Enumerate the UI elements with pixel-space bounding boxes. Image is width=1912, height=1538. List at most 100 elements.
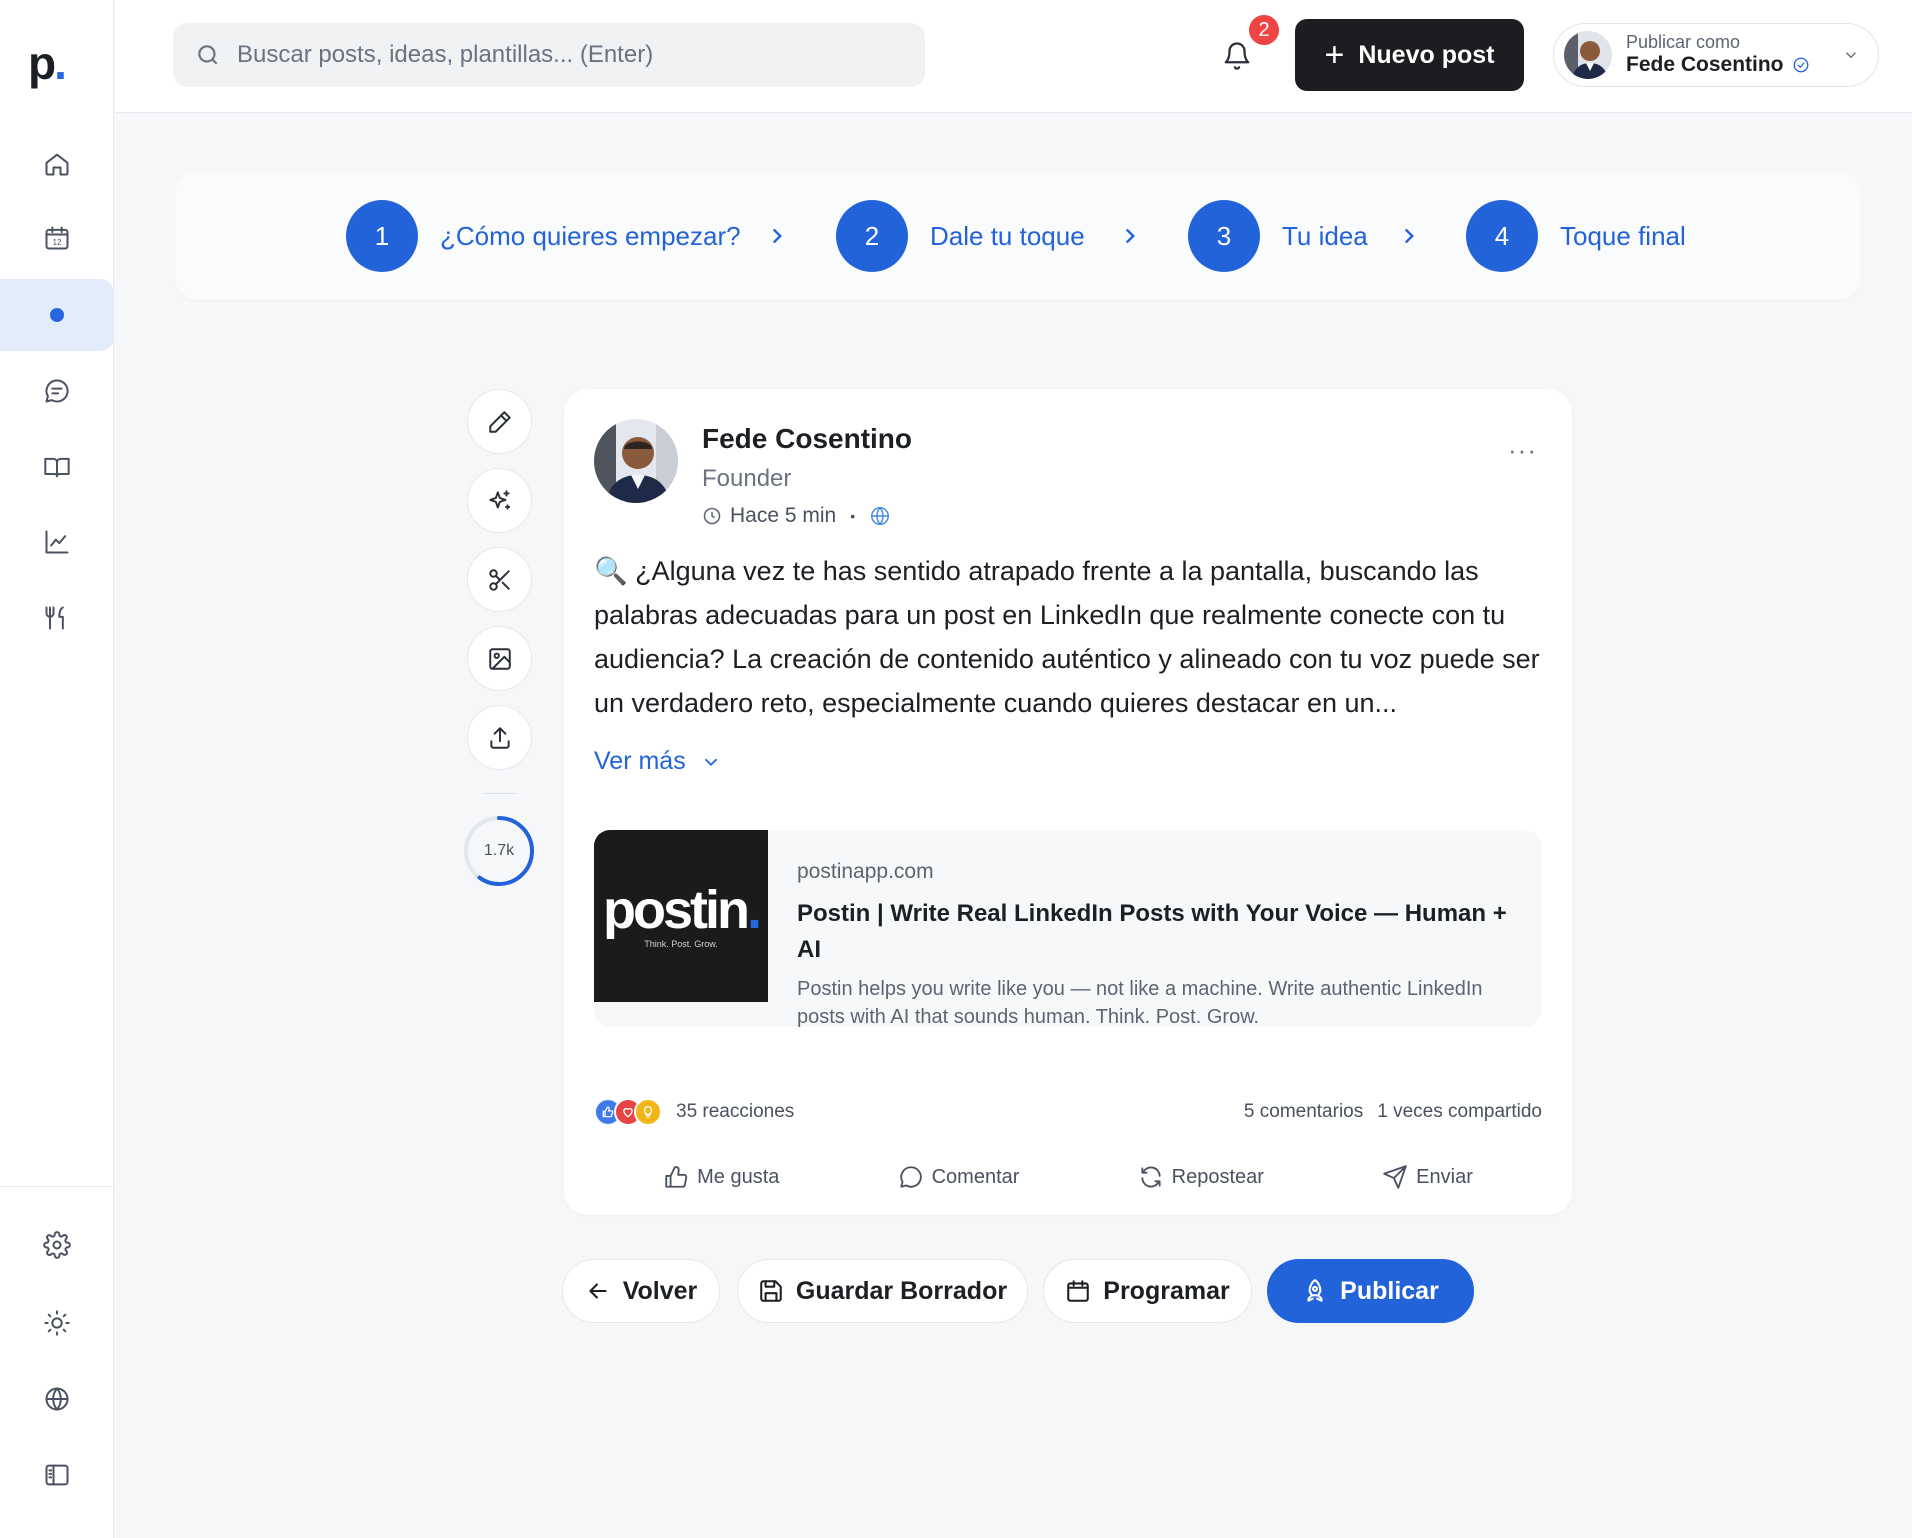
sun-icon	[44, 1310, 70, 1336]
cut-tool-button[interactable]	[467, 547, 532, 612]
thumbnail-tagline: Think. Post. Grow.	[644, 939, 718, 949]
globe-icon	[871, 507, 890, 525]
notification-badge: 2	[1246, 12, 1282, 48]
step-number: 1	[346, 200, 418, 272]
sidebar-item-library[interactable]	[0, 431, 114, 503]
thumbs-up-icon	[665, 1166, 688, 1188]
image-icon	[488, 647, 511, 670]
step-label: Toque final	[1560, 220, 1686, 251]
save-draft-label: Guardar Borrador	[795, 1276, 1008, 1305]
publish-as-label: Publicar como	[1626, 31, 1741, 52]
publish-button[interactable]: Publicar	[1267, 1259, 1474, 1323]
image-tool-button[interactable]	[467, 626, 532, 691]
top-header: 2 + Nuevo post Publicar como Fede Cosent…	[115, 0, 1912, 113]
upload-icon	[489, 726, 510, 749]
rail-divider	[482, 793, 518, 794]
publish-label: Publicar	[1340, 1276, 1439, 1305]
author-name[interactable]: Fede Cosentino	[702, 423, 912, 455]
reactions-count: 35 reacciones	[676, 1101, 795, 1122]
post-meta: Hace 5 min •	[702, 504, 891, 528]
step-label: Tu idea	[1282, 220, 1368, 251]
sidebar-item-theme[interactable]	[0, 1287, 114, 1359]
svg-text:12: 12	[52, 238, 62, 247]
sidebar-item-settings[interactable]	[0, 1209, 114, 1281]
clock-icon	[703, 507, 721, 525]
shares-count[interactable]: 1 veces compartido	[1377, 1101, 1542, 1123]
schedule-button[interactable]: Programar	[1043, 1259, 1252, 1323]
search-input[interactable]	[237, 41, 897, 69]
sidebar-item-collapse[interactable]	[0, 1439, 114, 1511]
back-button[interactable]: Volver	[562, 1259, 720, 1323]
post-time: Hace 5 min	[730, 504, 837, 527]
reactions-summary[interactable]: 35 reacciones	[594, 1098, 794, 1126]
send-button[interactable]: Enviar	[1382, 1164, 1473, 1190]
calendar-icon: 12	[45, 226, 69, 250]
comments-count[interactable]: 5 comentarios	[1244, 1101, 1363, 1123]
engagement-stats: 5 comentarios 1 veces compartido	[1244, 1101, 1542, 1123]
bell-icon	[1224, 42, 1250, 70]
sidebar: p. 12	[0, 0, 114, 1538]
save-icon	[760, 1280, 782, 1302]
sidebar-item-home[interactable]	[0, 128, 114, 200]
avatar	[1564, 31, 1612, 79]
post-actions: Me gusta Comentar Repostear Enviar	[564, 1152, 1572, 1202]
upload-tool-button[interactable]	[467, 705, 532, 770]
see-more-label: Ver más	[594, 747, 686, 775]
comment-icon	[899, 1166, 922, 1188]
character-count: 1.7k	[483, 842, 515, 859]
ai-tool-button[interactable]	[467, 468, 532, 533]
like-button[interactable]: Me gusta	[663, 1164, 779, 1190]
back-label: Volver	[622, 1276, 698, 1305]
plus-icon: +	[1324, 36, 1345, 74]
author-role: Founder	[702, 465, 792, 492]
lightbulb-reaction-icon	[634, 1098, 662, 1126]
link-title: Postin | Write Real LinkedIn Posts with …	[797, 900, 1507, 963]
sidebar-item-analytics[interactable]	[0, 506, 114, 578]
step-3[interactable]: 3 Tu idea	[1188, 200, 1368, 272]
chevron-right-icon	[1125, 228, 1135, 244]
step-number: 3	[1188, 200, 1260, 272]
dot-icon	[50, 308, 64, 322]
pencil-icon	[488, 410, 511, 433]
sidebar-item-calendar[interactable]: 12	[0, 202, 114, 274]
new-post-label: Nuevo post	[1358, 40, 1495, 69]
comment-label: Comentar	[931, 1165, 1020, 1188]
sidebar-item-create[interactable]	[0, 279, 114, 351]
schedule-label: Programar	[1103, 1276, 1230, 1305]
publish-as-selector[interactable]: Publicar como Fede Cosentino	[1553, 23, 1879, 87]
chevron-down-icon	[704, 758, 717, 766]
arrow-left-icon	[589, 1283, 607, 1299]
calendar-icon	[1067, 1280, 1090, 1302]
sidebar-toggle-icon	[45, 1464, 69, 1486]
see-more-link[interactable]: Ver más	[594, 747, 722, 776]
wizard-stepper: 1 ¿Cómo quieres empezar? 2 Dale tu toque…	[175, 172, 1861, 300]
sidebar-item-messages[interactable]	[0, 355, 114, 427]
comment-button[interactable]: Comentar	[898, 1164, 1020, 1190]
save-draft-button[interactable]: Guardar Borrador	[737, 1259, 1028, 1323]
sidebar-item-language[interactable]	[0, 1363, 114, 1435]
search-icon	[198, 45, 218, 65]
logo[interactable]: p.	[28, 40, 67, 86]
step-4[interactable]: 4 Toque final	[1466, 200, 1686, 272]
search-bar[interactable]	[173, 23, 925, 87]
step-2[interactable]: 2 Dale tu toque	[836, 200, 1085, 272]
author-avatar	[594, 419, 678, 503]
edit-tool-button[interactable]	[467, 389, 532, 454]
publish-as-name: Fede Cosentino	[1626, 53, 1784, 77]
post-body: 🔍 ¿Alguna vez te has sentido atrapado fr…	[594, 556, 1540, 718]
link-thumbnail: postin. Think. Post. Grow.	[594, 830, 768, 1002]
new-post-button[interactable]: + Nuevo post	[1295, 19, 1524, 91]
sparkles-icon	[488, 489, 510, 510]
chevron-right-icon	[772, 228, 782, 244]
link-preview[interactable]: postin. Think. Post. Grow. postinapp.com…	[594, 830, 1541, 1027]
repost-icon	[1141, 1166, 1161, 1188]
sidebar-item-recipes[interactable]	[0, 582, 114, 654]
gear-icon	[43, 1231, 71, 1259]
repost-button[interactable]: Repostear	[1138, 1164, 1264, 1190]
like-label: Me gusta	[697, 1165, 780, 1188]
verified-icon	[1793, 57, 1808, 73]
step-1[interactable]: 1 ¿Cómo quieres empezar?	[346, 200, 741, 272]
chevron-down-icon	[1845, 52, 1857, 59]
link-description: Postin helps you write like you — not li…	[797, 978, 1483, 1027]
more-options-icon[interactable]: ···	[1508, 435, 1537, 466]
